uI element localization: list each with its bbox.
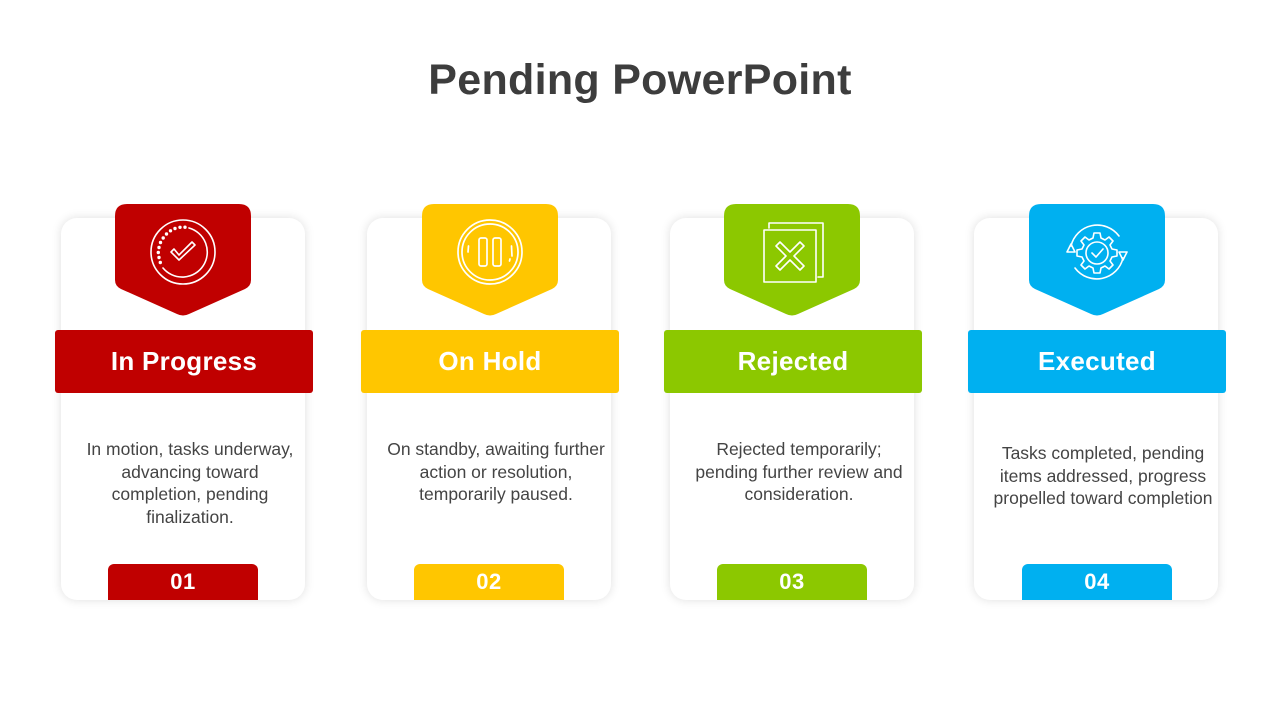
icon-badge — [1029, 204, 1165, 317]
card-number: 04 — [1022, 564, 1172, 600]
status-card-rejected: Rejected temporarily; pending further re… — [664, 204, 922, 604]
icon-badge — [115, 204, 251, 317]
status-card-executed: Tasks completed, pending items addressed… — [968, 204, 1226, 604]
card-number: 02 — [414, 564, 564, 600]
icon-badge — [422, 204, 558, 317]
status-label: Rejected — [664, 330, 922, 393]
status-label: Executed — [968, 330, 1226, 393]
icon-badge — [724, 204, 860, 317]
reject-documents-icon — [763, 222, 824, 283]
card-description: Tasks completed, pending items addressed… — [993, 443, 1213, 508]
check-circle-icon — [150, 219, 216, 285]
status-label: In Progress — [55, 330, 313, 393]
status-card-on-hold: On standby, awaiting further action or r… — [361, 204, 619, 604]
card-description: On standby, awaiting further action or r… — [387, 439, 605, 504]
slide-title: Pending PowerPoint — [428, 56, 852, 104]
card-number: 01 — [108, 564, 258, 600]
status-card-in-progress: In motion, tasks underway, advancing tow… — [55, 204, 313, 604]
status-label: On Hold — [361, 330, 619, 393]
gear-check-cycle-icon — [1066, 224, 1128, 280]
card-description: Rejected temporarily; pending further re… — [695, 439, 903, 504]
card-description: In motion, tasks underway, advancing tow… — [86, 439, 294, 527]
pause-circle-icon — [457, 219, 523, 285]
card-number: 03 — [717, 564, 867, 600]
